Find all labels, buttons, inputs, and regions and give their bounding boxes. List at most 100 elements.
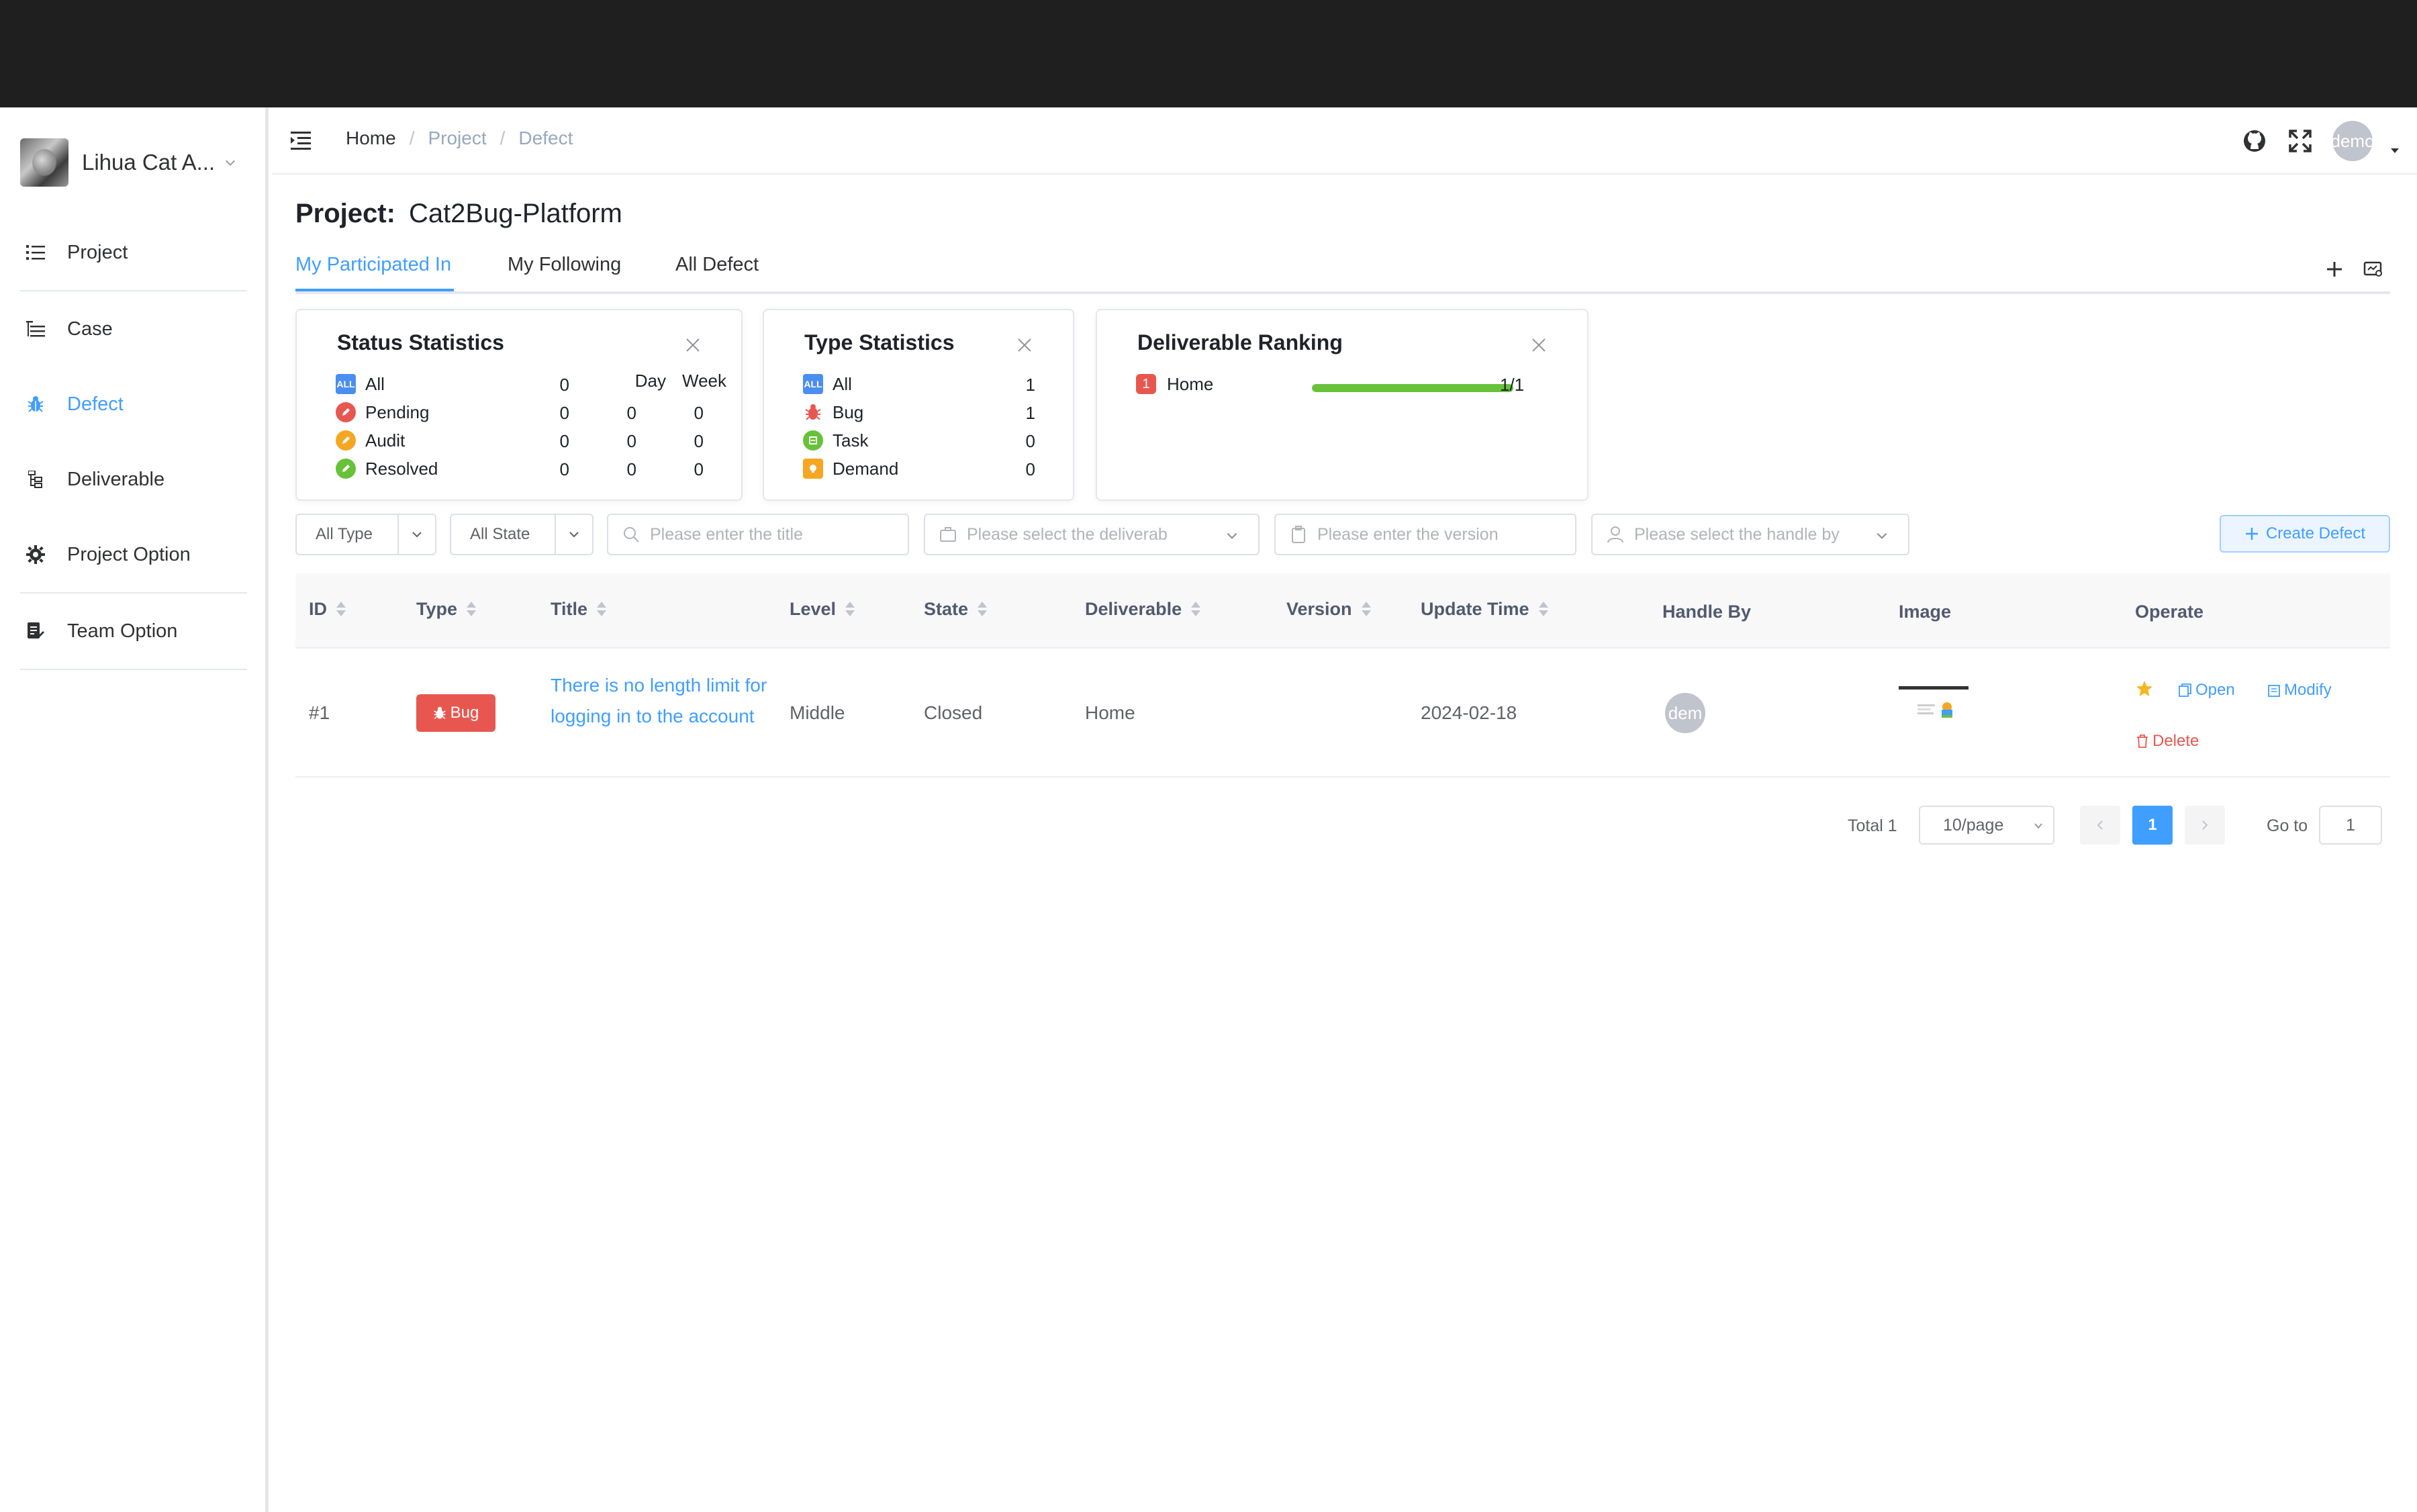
state-filter-select[interactable]: All State xyxy=(450,514,594,555)
stat-week: 0 xyxy=(694,403,704,423)
audit-icon xyxy=(336,430,356,451)
modify-button[interactable]: Modify xyxy=(2267,681,2332,700)
page-number-button[interactable]: 1 xyxy=(2132,806,2173,845)
plus-icon xyxy=(2245,528,2258,540)
prev-page-button[interactable] xyxy=(2080,806,2120,845)
defect-table: ID Type Title Level State Deliverable Ve… xyxy=(295,573,2390,777)
status-statistics-card: Status Statistics Day Week ALL All 0 Pen… xyxy=(295,309,743,501)
stat-row-pending[interactable]: Pending xyxy=(336,399,429,426)
open-button[interactable]: Open xyxy=(2178,681,2235,700)
goto-page-input[interactable]: 1 xyxy=(2319,806,2382,845)
create-defect-button[interactable]: Create Defect xyxy=(2220,515,2390,553)
github-icon[interactable] xyxy=(2241,128,2268,154)
column-header-level[interactable]: Level xyxy=(790,599,856,620)
sidebar-item-case[interactable]: Case xyxy=(20,291,248,367)
lightbulb-icon xyxy=(803,459,823,479)
version-input[interactable]: Please enter the version xyxy=(1274,514,1576,555)
close-icon[interactable] xyxy=(1016,337,1033,353)
deliverable-select[interactable]: Please select the deliverab xyxy=(924,514,1260,555)
tab-tools xyxy=(2323,258,2385,281)
team-switcher[interactable]: Lihua Cat A... xyxy=(20,138,248,187)
fullscreen-icon[interactable] xyxy=(2287,128,2314,154)
stat-total: 0 xyxy=(559,431,569,451)
breadcrumb-project[interactable]: Project xyxy=(428,128,486,149)
chevron-down-icon xyxy=(397,515,435,554)
stat-week: 0 xyxy=(694,459,704,479)
sidebar-item-project[interactable]: Project xyxy=(20,215,248,290)
add-icon[interactable] xyxy=(2323,258,2346,281)
sidebar-item-label: Deliverable xyxy=(67,468,165,490)
chevron-down-icon xyxy=(1877,532,1887,539)
stat-label: Bug xyxy=(833,401,864,422)
close-icon[interactable] xyxy=(1531,337,1547,353)
column-header-deliverable[interactable]: Deliverable xyxy=(1085,599,1202,620)
stat-row-all[interactable]: ALL All xyxy=(336,371,385,397)
handler-avatar[interactable]: dem xyxy=(1665,693,1705,733)
stat-row-audit[interactable]: Audit xyxy=(336,427,405,454)
close-icon[interactable] xyxy=(685,337,701,353)
page-title: Project: Cat2Bug-Platform xyxy=(295,199,622,229)
table-row[interactable]: #1 Bug There is no length limit for logg… xyxy=(295,649,2390,777)
stat-row-resolved[interactable]: Resolved xyxy=(336,455,438,482)
sidebar-item-project-option[interactable]: Project Option xyxy=(20,517,248,592)
column-header-version[interactable]: Version xyxy=(1286,599,1372,620)
bug-icon xyxy=(803,402,823,422)
sidebar-item-team-option[interactable]: Team Option xyxy=(20,594,248,669)
sidebar-item-defect[interactable]: Defect xyxy=(20,367,248,442)
type-filter-select[interactable]: All Type xyxy=(295,514,436,555)
stat-total: 0 xyxy=(559,459,569,479)
ranking-ratio: 1/1 xyxy=(1500,375,1525,395)
gear-icon xyxy=(26,545,46,565)
tab-my-following[interactable]: My Following xyxy=(508,254,621,276)
tab-my-participated[interactable]: My Participated In xyxy=(295,254,451,276)
pending-icon xyxy=(336,402,356,422)
defect-image-thumbnail[interactable] xyxy=(1899,686,1969,730)
trash-icon xyxy=(2137,735,2148,748)
sidebar-item-deliverable[interactable]: Deliverable xyxy=(20,442,248,517)
delete-button[interactable]: Delete xyxy=(2135,732,2199,751)
select-value: All State xyxy=(470,525,530,543)
pagination-total: Total 1 xyxy=(1848,816,1897,835)
breadcrumb-home[interactable]: Home xyxy=(346,128,396,149)
card-title: Deliverable Ranking xyxy=(1137,330,1343,355)
sidebar-item-label: Defect xyxy=(67,393,124,415)
user-avatar[interactable]: demo xyxy=(2332,121,2373,161)
type-row-bug[interactable]: Bug xyxy=(803,399,863,426)
type-row-all[interactable]: ALL All xyxy=(803,371,852,397)
ranking-row[interactable]: 1 Home xyxy=(1136,371,1213,397)
toggle-statistics-icon[interactable] xyxy=(2362,258,2385,281)
menu-toggle-icon[interactable] xyxy=(291,130,314,150)
caret-down-icon[interactable] xyxy=(2389,144,2401,156)
type-row-demand[interactable]: Demand xyxy=(803,455,898,482)
tab-all-defect[interactable]: All Defect xyxy=(675,254,759,276)
column-header-type[interactable]: Type xyxy=(416,599,477,620)
column-header-week: Week xyxy=(682,371,726,391)
next-page-button[interactable] xyxy=(2185,806,2225,845)
stat-label: Task xyxy=(833,430,869,451)
stat-label: Resolved xyxy=(365,458,438,479)
briefcase-icon xyxy=(940,527,956,542)
stat-label: All xyxy=(365,373,385,394)
column-header-title[interactable]: Title xyxy=(551,599,608,620)
chevron-left-icon xyxy=(2097,820,2103,830)
favorite-star-icon[interactable] xyxy=(2135,679,2154,698)
column-header-state[interactable]: State xyxy=(924,599,988,620)
sort-icon xyxy=(976,600,988,620)
stat-label: All xyxy=(833,373,852,394)
sidebar-item-label: Project xyxy=(67,241,128,263)
page-size-select[interactable]: 10/page xyxy=(1919,806,2054,845)
input-placeholder: Please select the handle by xyxy=(1634,524,1840,544)
all-icon: ALL xyxy=(336,374,356,394)
column-header-update-time[interactable]: Update Time xyxy=(1421,599,1550,620)
column-header-image: Image xyxy=(1899,602,1952,622)
sort-icon xyxy=(1360,600,1372,620)
stat-label: Pending xyxy=(365,401,430,422)
input-placeholder: Please select the deliverab xyxy=(967,524,1168,544)
stat-total: 0 xyxy=(1025,431,1035,451)
column-header-id[interactable]: ID xyxy=(309,599,347,620)
stat-week: 0 xyxy=(694,431,704,451)
defect-title-link[interactable]: There is no length limit for logging in … xyxy=(551,670,772,732)
handle-by-select[interactable]: Please select the handle by xyxy=(1591,514,1909,555)
type-row-task[interactable]: Task xyxy=(803,427,868,454)
title-search-input[interactable]: Please enter the title xyxy=(607,514,909,555)
